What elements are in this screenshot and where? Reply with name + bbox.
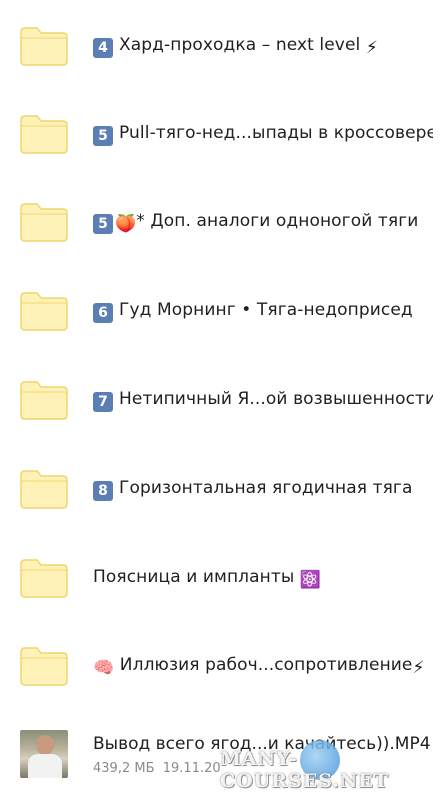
watermark: MANY-COURSES.NET: [220, 748, 389, 792]
file-size: 439,2 МБ: [93, 761, 155, 776]
folder-icon: [20, 469, 68, 509]
folder-icon: [20, 26, 68, 66]
folder-name: 4 Хард-проходка – next level ⚡: [93, 34, 433, 59]
folder-icon: [20, 202, 68, 242]
folder-name: 5 🍑* Доп. аналоги одноногой тяги: [93, 210, 433, 235]
video-thumbnail: [20, 730, 68, 778]
folder-title: Иллюзия рабоч...сопротивление: [119, 654, 413, 675]
folder-icon: [20, 291, 68, 331]
folder-name: 7 Нетипичный Я...ой возвышенности: [93, 388, 433, 412]
folder-title: Хард-проходка – next level: [119, 34, 361, 55]
folder-name: 6 Гуд Морнинг • Тяга-недоприсед: [93, 299, 433, 323]
folder-title: Нетипичный Я...ой возвышенности: [119, 389, 433, 409]
atom-icon: ⚛️: [299, 569, 322, 590]
folder-icon: [20, 558, 68, 598]
folder-title: Горизонтальная ягодичная тяга: [119, 478, 413, 498]
number-badge: 6: [93, 303, 113, 323]
folder-row[interactable]: 7 Нетипичный Я...ой возвышенности: [0, 356, 443, 444]
folder-row[interactable]: Поясница и импланты ⚛️: [0, 534, 443, 622]
folder-row[interactable]: 6 Гуд Морнинг • Тяга-недоприсед: [0, 267, 443, 355]
file-date: 19.11.20: [162, 761, 221, 776]
folder-icon: [20, 646, 68, 686]
number-badge: 4: [93, 37, 113, 58]
folder-title: Pull-тяго-нед...ыпады в кроссовере: [119, 123, 433, 143]
number-badge: 8: [93, 481, 113, 501]
folder-icon: [20, 380, 68, 420]
folder-name: 8 Горизонтальная ягодичная тяга: [93, 477, 433, 501]
folder-name: Поясница и импланты ⚛️: [93, 566, 433, 591]
number-badge: 7: [93, 392, 113, 412]
folder-row[interactable]: 4 Хард-проходка – next level ⚡: [0, 2, 443, 90]
folder-name: 5 Pull-тяго-нед...ыпады в кроссовере: [93, 122, 433, 146]
folder-title: Гуд Морнинг • Тяга-недоприсед: [119, 300, 413, 320]
folder-icon: [20, 114, 68, 154]
file-meta: 439,2 МБ 19.11.20: [93, 760, 221, 778]
folder-name: 🧠 Иллюзия рабоч...сопротивление⚡: [93, 654, 433, 679]
lightning-icon: ⚡: [412, 657, 425, 678]
folder-title: * Доп. аналоги одноногой тяги: [136, 210, 419, 231]
folder-row[interactable]: 5 Pull-тяго-нед...ыпады в кроссовере: [0, 90, 443, 178]
folder-row[interactable]: 5 🍑* Доп. аналоги одноногой тяги: [0, 178, 443, 266]
number-badge: 5: [93, 213, 113, 234]
brain-icon: 🧠: [93, 657, 115, 678]
number-badge: 5: [93, 126, 113, 146]
folder-row[interactable]: 8 Горизонтальная ягодичная тяга: [0, 445, 443, 533]
folder-title: Поясница и импланты: [93, 566, 295, 587]
peach-icon: 🍑: [115, 213, 137, 234]
folder-row[interactable]: 🧠 Иллюзия рабоч...сопротивление⚡: [0, 622, 443, 710]
lightning-icon: ⚡: [365, 37, 378, 58]
